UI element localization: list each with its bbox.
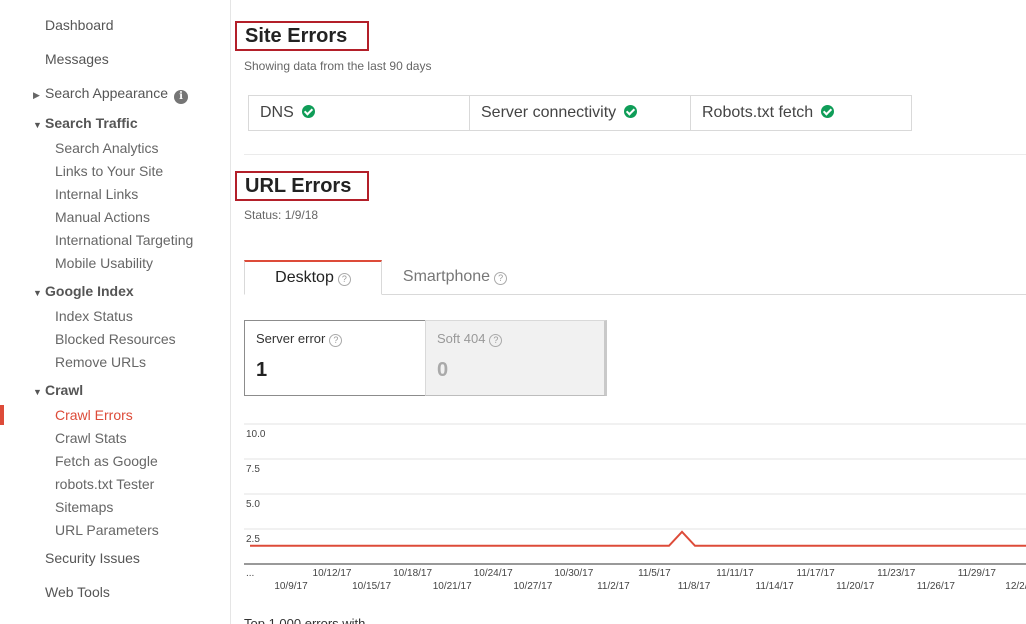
sidebar-group-google-index[interactable]: ▼ Google Index xyxy=(33,283,134,299)
x-tick-label: 10/24/17 xyxy=(474,568,513,579)
x-tick-label: 11/2/17 xyxy=(597,581,630,592)
status-label: DNS xyxy=(260,104,294,121)
check-icon xyxy=(301,105,315,118)
sidebar-item-manual-actions[interactable]: Manual Actions xyxy=(55,209,150,225)
sidebar-group-label: Crawl xyxy=(45,382,84,398)
sidebar-item-remove-urls[interactable]: Remove URLs xyxy=(55,354,146,370)
metric-value: 0 xyxy=(437,359,449,381)
sidebar-nav: Dashboard Messages ▶ Search Appearance i ▼… xyxy=(0,0,231,624)
top-errors-caption: Top 1,000 errors with xyxy=(244,616,366,624)
sidebar-item-fetch-as-google[interactable]: Fetch as Google xyxy=(55,453,158,469)
status-cell-robots-txt-fetch[interactable]: Robots.txt fetch xyxy=(691,96,911,130)
help-icon[interactable]: ? xyxy=(337,273,351,286)
y-tick-label: 10.0 xyxy=(246,429,266,440)
x-tick-label: 11/17/17 xyxy=(797,568,836,579)
sidebar-item-web-tools[interactable]: Web Tools xyxy=(45,584,110,600)
sidebar-item-dashboard[interactable]: Dashboard xyxy=(45,17,114,33)
tab-label: Desktop xyxy=(275,269,334,286)
sidebar-group-search-traffic[interactable]: ▼ Search Traffic xyxy=(33,115,138,131)
series-line-server-error xyxy=(250,530,1026,547)
check-icon xyxy=(821,105,835,118)
x-tick-label: 11/5/17 xyxy=(638,568,671,579)
site-errors-subtitle: Showing data from the last 90 days xyxy=(244,59,432,73)
x-tick-label: 11/23/17 xyxy=(877,568,916,579)
x-tick-label: 11/29/17 xyxy=(958,568,997,579)
site-errors-status-row: DNS Server connectivity Robots.txt fetch xyxy=(248,95,912,131)
x-tick-label: 11/11/17 xyxy=(716,568,754,579)
x-tick-label: 11/8/17 xyxy=(678,581,711,592)
metric-label: Server error xyxy=(256,331,326,346)
sidebar-item-crawl-stats[interactable]: Crawl Stats xyxy=(55,430,127,446)
metric-label: Soft 404 xyxy=(437,331,486,346)
x-tick-label: 11/20/17 xyxy=(836,581,875,592)
metric-card-server-error[interactable]: Server error? 1 xyxy=(244,320,426,396)
sidebar-item-label: Search Appearance xyxy=(45,85,168,101)
y-tick-label: 7.5 xyxy=(246,464,260,475)
sidebar-item-crawl-errors[interactable]: Crawl Errors xyxy=(55,407,133,423)
x-tick-label: 11/26/17 xyxy=(917,581,956,592)
tab-smartphone[interactable]: Smartphone? xyxy=(390,260,520,294)
metric-value: 1 xyxy=(256,359,268,381)
sidebar-item-robots-txt-tester[interactable]: robots.txt Tester xyxy=(55,476,154,492)
status-label: Robots.txt fetch xyxy=(702,104,814,121)
sidebar-item-international-targeting[interactable]: International Targeting xyxy=(55,232,193,248)
url-errors-status: Status: 1/9/18 xyxy=(244,208,319,222)
x-tick-label: 10/15/17 xyxy=(352,581,391,592)
sidebar-group-crawl[interactable]: ▼ Crawl xyxy=(33,382,83,398)
chevron-down-icon: ▼ xyxy=(33,387,42,397)
info-icon[interactable]: i xyxy=(173,90,188,104)
chevron-right-icon: ▶ xyxy=(33,90,40,100)
active-indicator xyxy=(0,405,4,425)
tab-label: Smartphone xyxy=(402,268,491,285)
sidebar-item-blocked-resources[interactable]: Blocked Resources xyxy=(55,331,176,347)
sidebar-group-label: Google Index xyxy=(45,283,134,299)
help-icon[interactable]: ? xyxy=(489,334,503,347)
sidebar-item-sitemaps[interactable]: Sitemaps xyxy=(55,499,113,515)
status-label: Server connectivity xyxy=(481,104,617,121)
help-icon[interactable]: ? xyxy=(494,272,508,285)
sidebar-group-label: Search Traffic xyxy=(45,115,138,131)
sidebar-item-links-to-your-site[interactable]: Links to Your Site xyxy=(55,163,163,179)
sidebar-item-mobile-usability[interactable]: Mobile Usability xyxy=(55,255,153,271)
tab-desktop[interactable]: Desktop? xyxy=(244,260,382,295)
status-cell-server-connectivity[interactable]: Server connectivity xyxy=(470,96,691,130)
x-tick-label: ... xyxy=(246,568,254,579)
x-tick-label: 10/12/17 xyxy=(313,568,352,579)
y-tick-label: 2.5 xyxy=(246,534,260,545)
sidebar-item-internal-links[interactable]: Internal Links xyxy=(55,186,138,202)
sidebar-item-search-appearance[interactable]: ▶ Search Appearance i xyxy=(33,85,188,104)
metric-card-soft-404[interactable]: Soft 404? 0 xyxy=(425,320,607,396)
x-tick-label: 12/2/ xyxy=(1005,581,1026,592)
url-errors-title: URL Errors xyxy=(235,171,369,201)
x-tick-label: 11/14/17 xyxy=(756,581,795,592)
y-tick-label: 5.0 xyxy=(246,499,260,510)
x-tick-label: 10/30/17 xyxy=(554,568,593,579)
sidebar-item-url-parameters[interactable]: URL Parameters xyxy=(55,522,159,538)
x-tick-label: 10/21/17 xyxy=(433,581,472,592)
sidebar-item-search-analytics[interactable]: Search Analytics xyxy=(55,140,159,156)
x-tick-label: 10/9/17 xyxy=(274,581,308,592)
chevron-down-icon: ▼ xyxy=(33,288,42,298)
sidebar-item-index-status[interactable]: Index Status xyxy=(55,308,133,324)
chevron-down-icon: ▼ xyxy=(33,120,42,130)
x-tick-label: 10/27/17 xyxy=(513,581,552,592)
url-errors-chart: 10.0 7.5 5.0 2.5... 10/12/17 10/18/17 10/24/17… xyxy=(244,423,1026,592)
sidebar-item-security-issues[interactable]: Security Issues xyxy=(45,550,140,566)
x-tick-label: 10/18/17 xyxy=(393,568,432,579)
status-cell-dns[interactable]: DNS xyxy=(249,96,470,130)
check-icon xyxy=(624,105,638,118)
help-icon[interactable]: ? xyxy=(329,334,343,347)
site-errors-title: Site Errors xyxy=(235,21,369,51)
section-divider xyxy=(244,154,1026,155)
sidebar-item-messages[interactable]: Messages xyxy=(45,51,109,67)
